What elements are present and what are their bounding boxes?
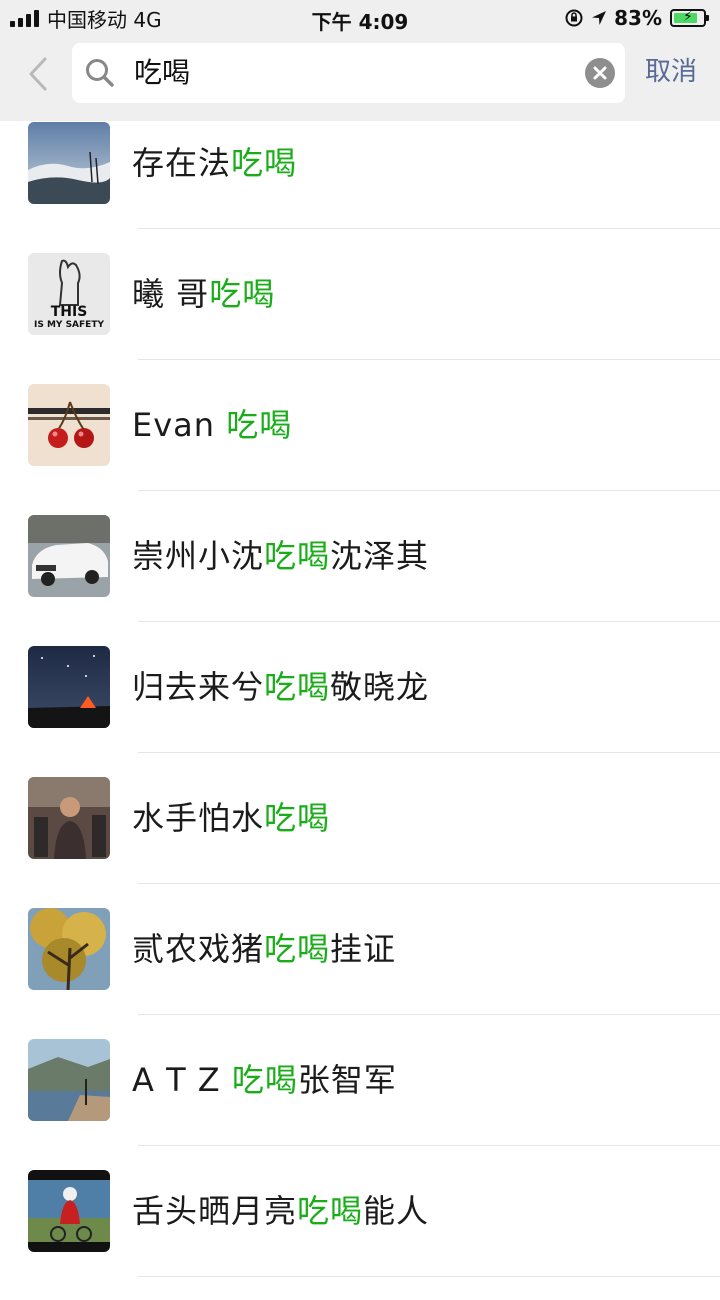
- avatar-caption: IS MY SAFETY: [34, 320, 104, 330]
- row-divider: [138, 490, 720, 491]
- keyword-highlight: 吃喝: [264, 799, 331, 837]
- status-right: 83% ⚡: [564, 6, 709, 30]
- search-input[interactable]: 吃喝: [72, 43, 625, 103]
- name-prefix: 崇州小沈: [132, 537, 265, 575]
- person-photo-avatar: [28, 777, 110, 859]
- search-header: 中国移动 4G 下午 4:09 83% ⚡ 吃喝 取消: [0, 0, 720, 121]
- name-prefix: 水手怕水: [132, 799, 265, 837]
- contact-name: 舌头晒月亮吃喝能人: [132, 1186, 429, 1236]
- status-bar: 中国移动 4G 下午 4:09 83% ⚡: [0, 0, 720, 36]
- list-item[interactable]: THIS IS MY SAFETY 曦 哥吃喝: [0, 252, 720, 383]
- cherries-avatar: [28, 384, 110, 466]
- this-is-my-safety-avatar: THIS IS MY SAFETY: [28, 253, 110, 335]
- name-suffix: 能人: [363, 1192, 430, 1230]
- keyword-highlight: 吃喝: [231, 144, 298, 182]
- list-item[interactable]: A T Z 吃喝张智军: [0, 1038, 720, 1169]
- search-query[interactable]: 吃喝: [134, 43, 190, 103]
- battery-percent: 83%: [614, 6, 662, 30]
- autumn-tree-avatar: [28, 908, 110, 990]
- contact-name: 存在法吃喝: [132, 138, 297, 188]
- name-prefix: 存在法: [132, 144, 232, 182]
- keyword-highlight: 吃喝: [209, 275, 276, 313]
- contact-name: 崇州小沈吃喝沈泽其: [132, 531, 429, 581]
- row-divider: [138, 621, 720, 622]
- name-prefix: Evan: [132, 406, 227, 444]
- clear-search-icon[interactable]: [585, 58, 615, 88]
- name-suffix: 敬晓龙: [330, 668, 430, 706]
- lakeside-avatar: [28, 1039, 110, 1121]
- name-prefix: A T Z: [132, 1061, 232, 1099]
- contact-name: 归去来兮吃喝敬晓龙: [132, 662, 429, 712]
- row-divider: [138, 1014, 720, 1015]
- battery-icon: ⚡: [670, 9, 709, 27]
- keyword-highlight: 吃喝: [264, 668, 331, 706]
- name-suffix: 沈泽其: [330, 537, 430, 575]
- contact-name: 曦 哥吃喝: [132, 269, 275, 319]
- row-divider: [138, 1145, 720, 1146]
- name-prefix: 贰农戏猪: [132, 930, 265, 968]
- contact-name: 贰农戏猪吃喝挂证: [132, 924, 396, 974]
- list-item[interactable]: Evan 吃喝: [0, 383, 720, 514]
- row-divider: [138, 883, 720, 884]
- list-item[interactable]: 舌头晒月亮吃喝能人: [0, 1169, 720, 1300]
- cyclist-avatar: [28, 1170, 110, 1252]
- white-car-avatar: [28, 515, 110, 597]
- keyword-highlight: 吃喝: [226, 406, 293, 444]
- list-item[interactable]: 归去来兮吃喝敬晓龙: [0, 645, 720, 776]
- contact-name: A T Z 吃喝张智军: [132, 1055, 397, 1105]
- name-prefix: 曦 哥: [132, 275, 210, 313]
- search-icon: [86, 59, 114, 87]
- keyword-highlight: 吃喝: [231, 1061, 298, 1099]
- back-button[interactable]: [18, 52, 58, 96]
- location-arrow-icon: [592, 11, 607, 25]
- contact-name: 水手怕水吃喝: [132, 793, 330, 843]
- row-divider: [138, 228, 720, 229]
- chevron-left-icon: [29, 57, 47, 91]
- name-prefix: 归去来兮: [132, 668, 265, 706]
- list-item[interactable]: 存在法吃喝: [0, 121, 720, 252]
- list-item[interactable]: 崇州小沈吃喝沈泽其: [0, 514, 720, 645]
- name-suffix: 张智军: [297, 1061, 397, 1099]
- contact-name: Evan 吃喝: [132, 400, 292, 450]
- night-sky-tent-avatar: [28, 646, 110, 728]
- keyword-highlight: 吃喝: [297, 1192, 364, 1230]
- rotation-lock-icon: [565, 9, 583, 27]
- list-item[interactable]: 贰农戏猪吃喝挂证: [0, 907, 720, 1038]
- list-item[interactable]: 水手怕水吃喝: [0, 776, 720, 907]
- row-divider: [138, 752, 720, 753]
- row-divider: [138, 359, 720, 360]
- keyword-highlight: 吃喝: [264, 930, 331, 968]
- charging-bolt-icon: ⚡: [683, 9, 693, 25]
- misty-mountain-avatar: [28, 122, 110, 204]
- avatar-caption: THIS: [50, 304, 88, 320]
- cancel-button[interactable]: 取消: [645, 52, 697, 92]
- row-divider: [138, 1276, 720, 1277]
- name-prefix: 舌头晒月亮: [132, 1192, 298, 1230]
- keyword-highlight: 吃喝: [264, 537, 331, 575]
- name-suffix: 挂证: [330, 930, 397, 968]
